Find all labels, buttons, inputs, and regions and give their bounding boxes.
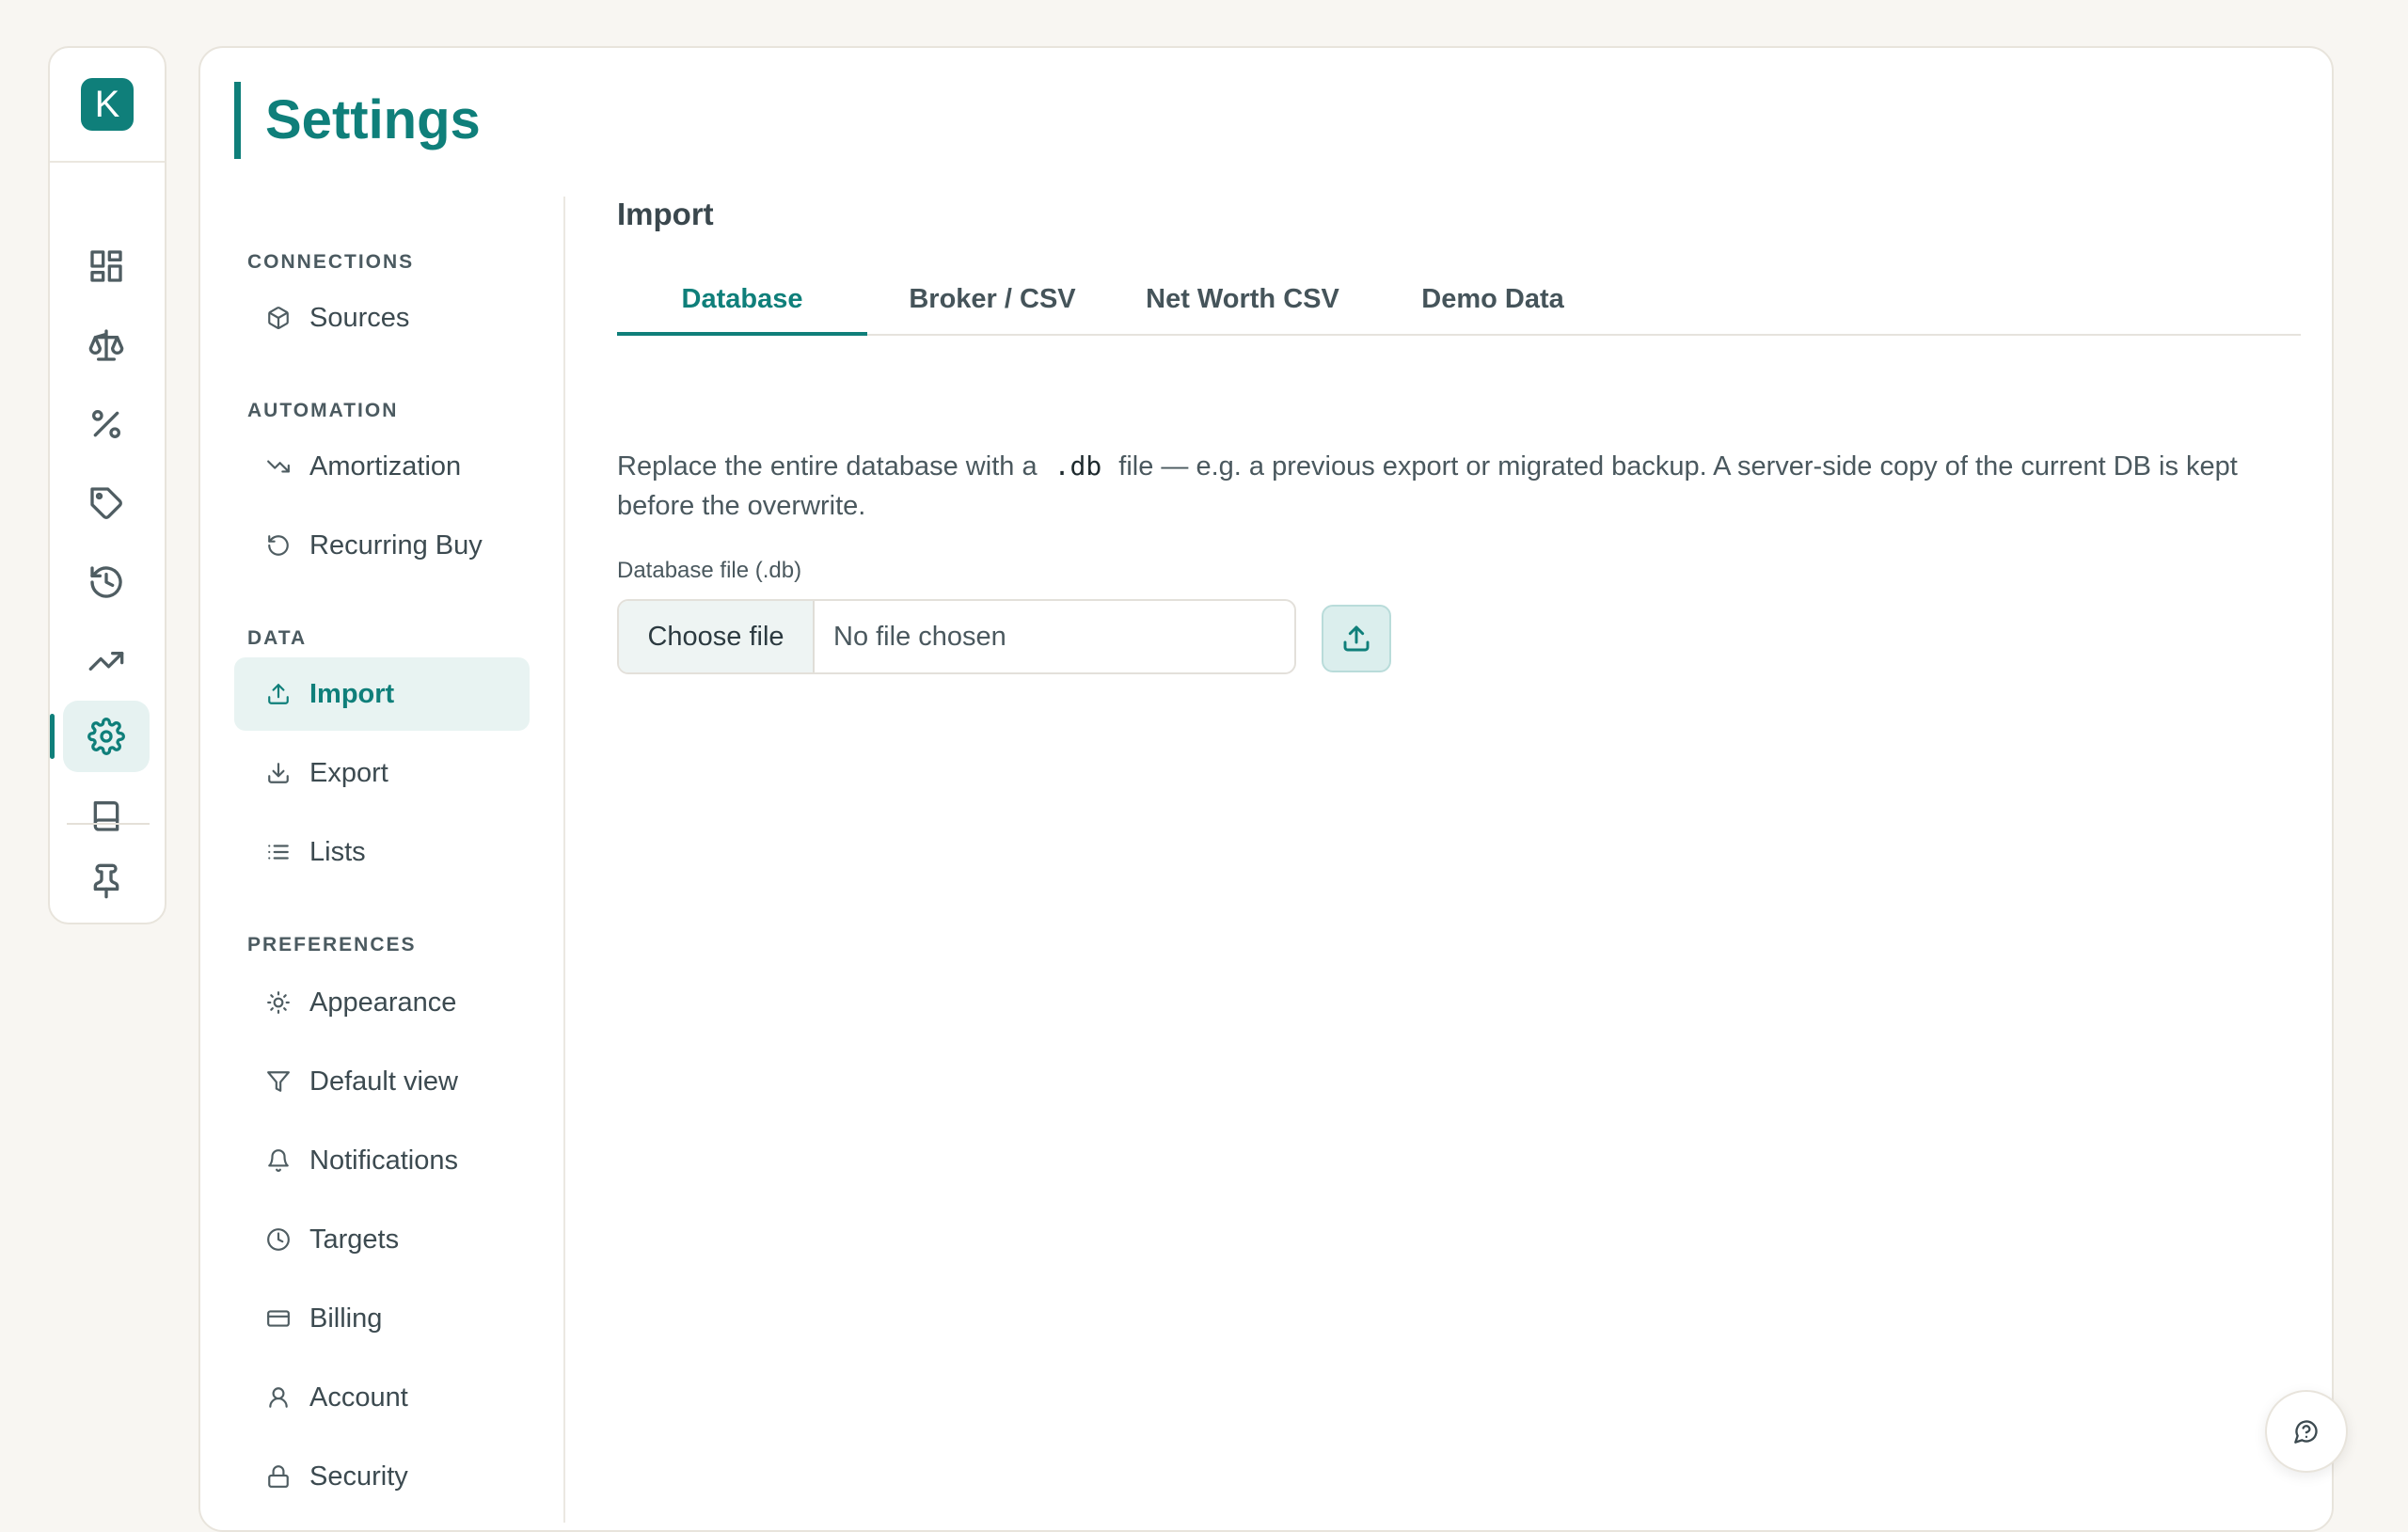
database-file-input[interactable]: Choose file No file chosen [617, 599, 1296, 674]
nav-divider [563, 197, 565, 1523]
tab-database[interactable]: Database [617, 264, 867, 336]
upload-button[interactable] [1322, 605, 1391, 672]
settings-card: Settings CONNECTIONS Sources AUTOMATION … [198, 46, 2334, 1532]
tab-broker-csv[interactable]: Broker / CSV [867, 264, 1117, 334]
nav-item-label: Security [309, 1461, 408, 1492]
nav-item-label: Billing [309, 1303, 383, 1334]
rail-trends[interactable] [63, 625, 150, 697]
nav-item-security[interactable]: Security [234, 1440, 530, 1513]
tab-demo-data[interactable]: Demo Data [1368, 264, 1618, 334]
user-icon [269, 1387, 288, 1408]
nav-item-recurring-buy[interactable]: Recurring Buy [234, 509, 530, 582]
rail-history[interactable] [63, 546, 150, 618]
trending-down-icon [267, 460, 290, 473]
nav-item-label: Notifications [309, 1145, 458, 1176]
lock-icon [268, 1465, 289, 1488]
icon-rail: K [48, 46, 166, 924]
rail-docs[interactable] [63, 780, 150, 851]
rail-tags[interactable] [63, 467, 150, 539]
page-title: Settings [234, 82, 481, 159]
book-icon [93, 801, 119, 831]
logo-container: K [50, 48, 165, 163]
nav-item-label: Sources [309, 302, 410, 333]
balance-scale-icon [88, 329, 124, 361]
nav-section-connections: CONNECTIONS [247, 251, 415, 273]
nav-item-billing[interactable]: Billing [234, 1282, 530, 1355]
nav-item-targets[interactable]: Targets [234, 1203, 530, 1276]
upload-icon [268, 684, 289, 704]
clock-icon [267, 1228, 290, 1251]
rail-pin[interactable] [63, 845, 150, 917]
upload-icon [1343, 625, 1370, 652]
sun-icon [267, 991, 290, 1014]
nav-item-label: Account [309, 1382, 408, 1413]
import-description: Replace the entire database with a .db f… [617, 447, 2301, 526]
db-extension-code: .db [1054, 450, 1102, 482]
help-chat-button[interactable] [2265, 1390, 2348, 1473]
nav-item-label: Lists [309, 836, 366, 867]
nav-item-default-view[interactable]: Default view [234, 1045, 530, 1118]
rail-percent[interactable] [63, 388, 150, 460]
nav-item-notifications[interactable]: Notifications [234, 1124, 530, 1197]
nav-item-label: Amortization [309, 450, 462, 482]
nav-item-appearance[interactable]: Appearance [234, 966, 530, 1039]
rail-dashboard[interactable] [63, 230, 150, 302]
nav-item-account[interactable]: Account [234, 1361, 530, 1434]
section-title: Import [617, 197, 714, 231]
nav-item-label: Recurring Buy [309, 529, 483, 561]
nav-item-label: Export [309, 757, 388, 788]
import-tabs: Database Broker / CSV Net Worth CSV Demo… [617, 264, 2301, 336]
app-logo[interactable]: K [81, 78, 134, 131]
credit-card-icon [267, 1310, 290, 1327]
filter-icon [267, 1071, 290, 1092]
nav-section-data: DATA [247, 627, 308, 649]
rail-settings[interactable] [50, 701, 150, 772]
pin-icon [93, 863, 119, 899]
help-chat-icon [2294, 1420, 2318, 1444]
rail-balance[interactable] [63, 309, 150, 381]
download-icon [268, 763, 289, 783]
box-icon [268, 307, 289, 329]
nav-item-import[interactable]: Import [234, 657, 530, 731]
bell-icon [268, 1149, 289, 1172]
nav-item-sources[interactable]: Sources [234, 281, 530, 355]
rotate-icon [268, 535, 289, 556]
file-status: No file chosen [833, 621, 1006, 652]
trending-up-icon [88, 652, 124, 671]
dashboard-icon [90, 250, 122, 282]
nav-item-label: Targets [309, 1224, 400, 1255]
nav-item-label: Default view [309, 1066, 458, 1097]
nav-item-amortization[interactable]: Amortization [234, 430, 530, 503]
percent-icon [92, 410, 120, 438]
rail-divider [67, 823, 150, 825]
tag-icon [90, 487, 122, 519]
nav-section-automation: AUTOMATION [247, 400, 399, 421]
list-icon [268, 845, 289, 860]
nav-item-lists[interactable]: Lists [234, 815, 530, 889]
description-text: Replace the entire database with a [617, 451, 1038, 482]
history-icon [90, 566, 122, 598]
gear-icon [87, 718, 125, 755]
choose-file-button[interactable]: Choose file [619, 601, 815, 672]
tab-net-worth-csv[interactable]: Net Worth CSV [1117, 264, 1368, 334]
nav-item-label: Import [309, 678, 395, 709]
field-label: Database file (.db) [617, 558, 802, 583]
nav-item-label: Appearance [309, 987, 457, 1018]
nav-section-preferences: PREFERENCES [247, 934, 417, 956]
nav-item-export[interactable]: Export [234, 736, 530, 810]
